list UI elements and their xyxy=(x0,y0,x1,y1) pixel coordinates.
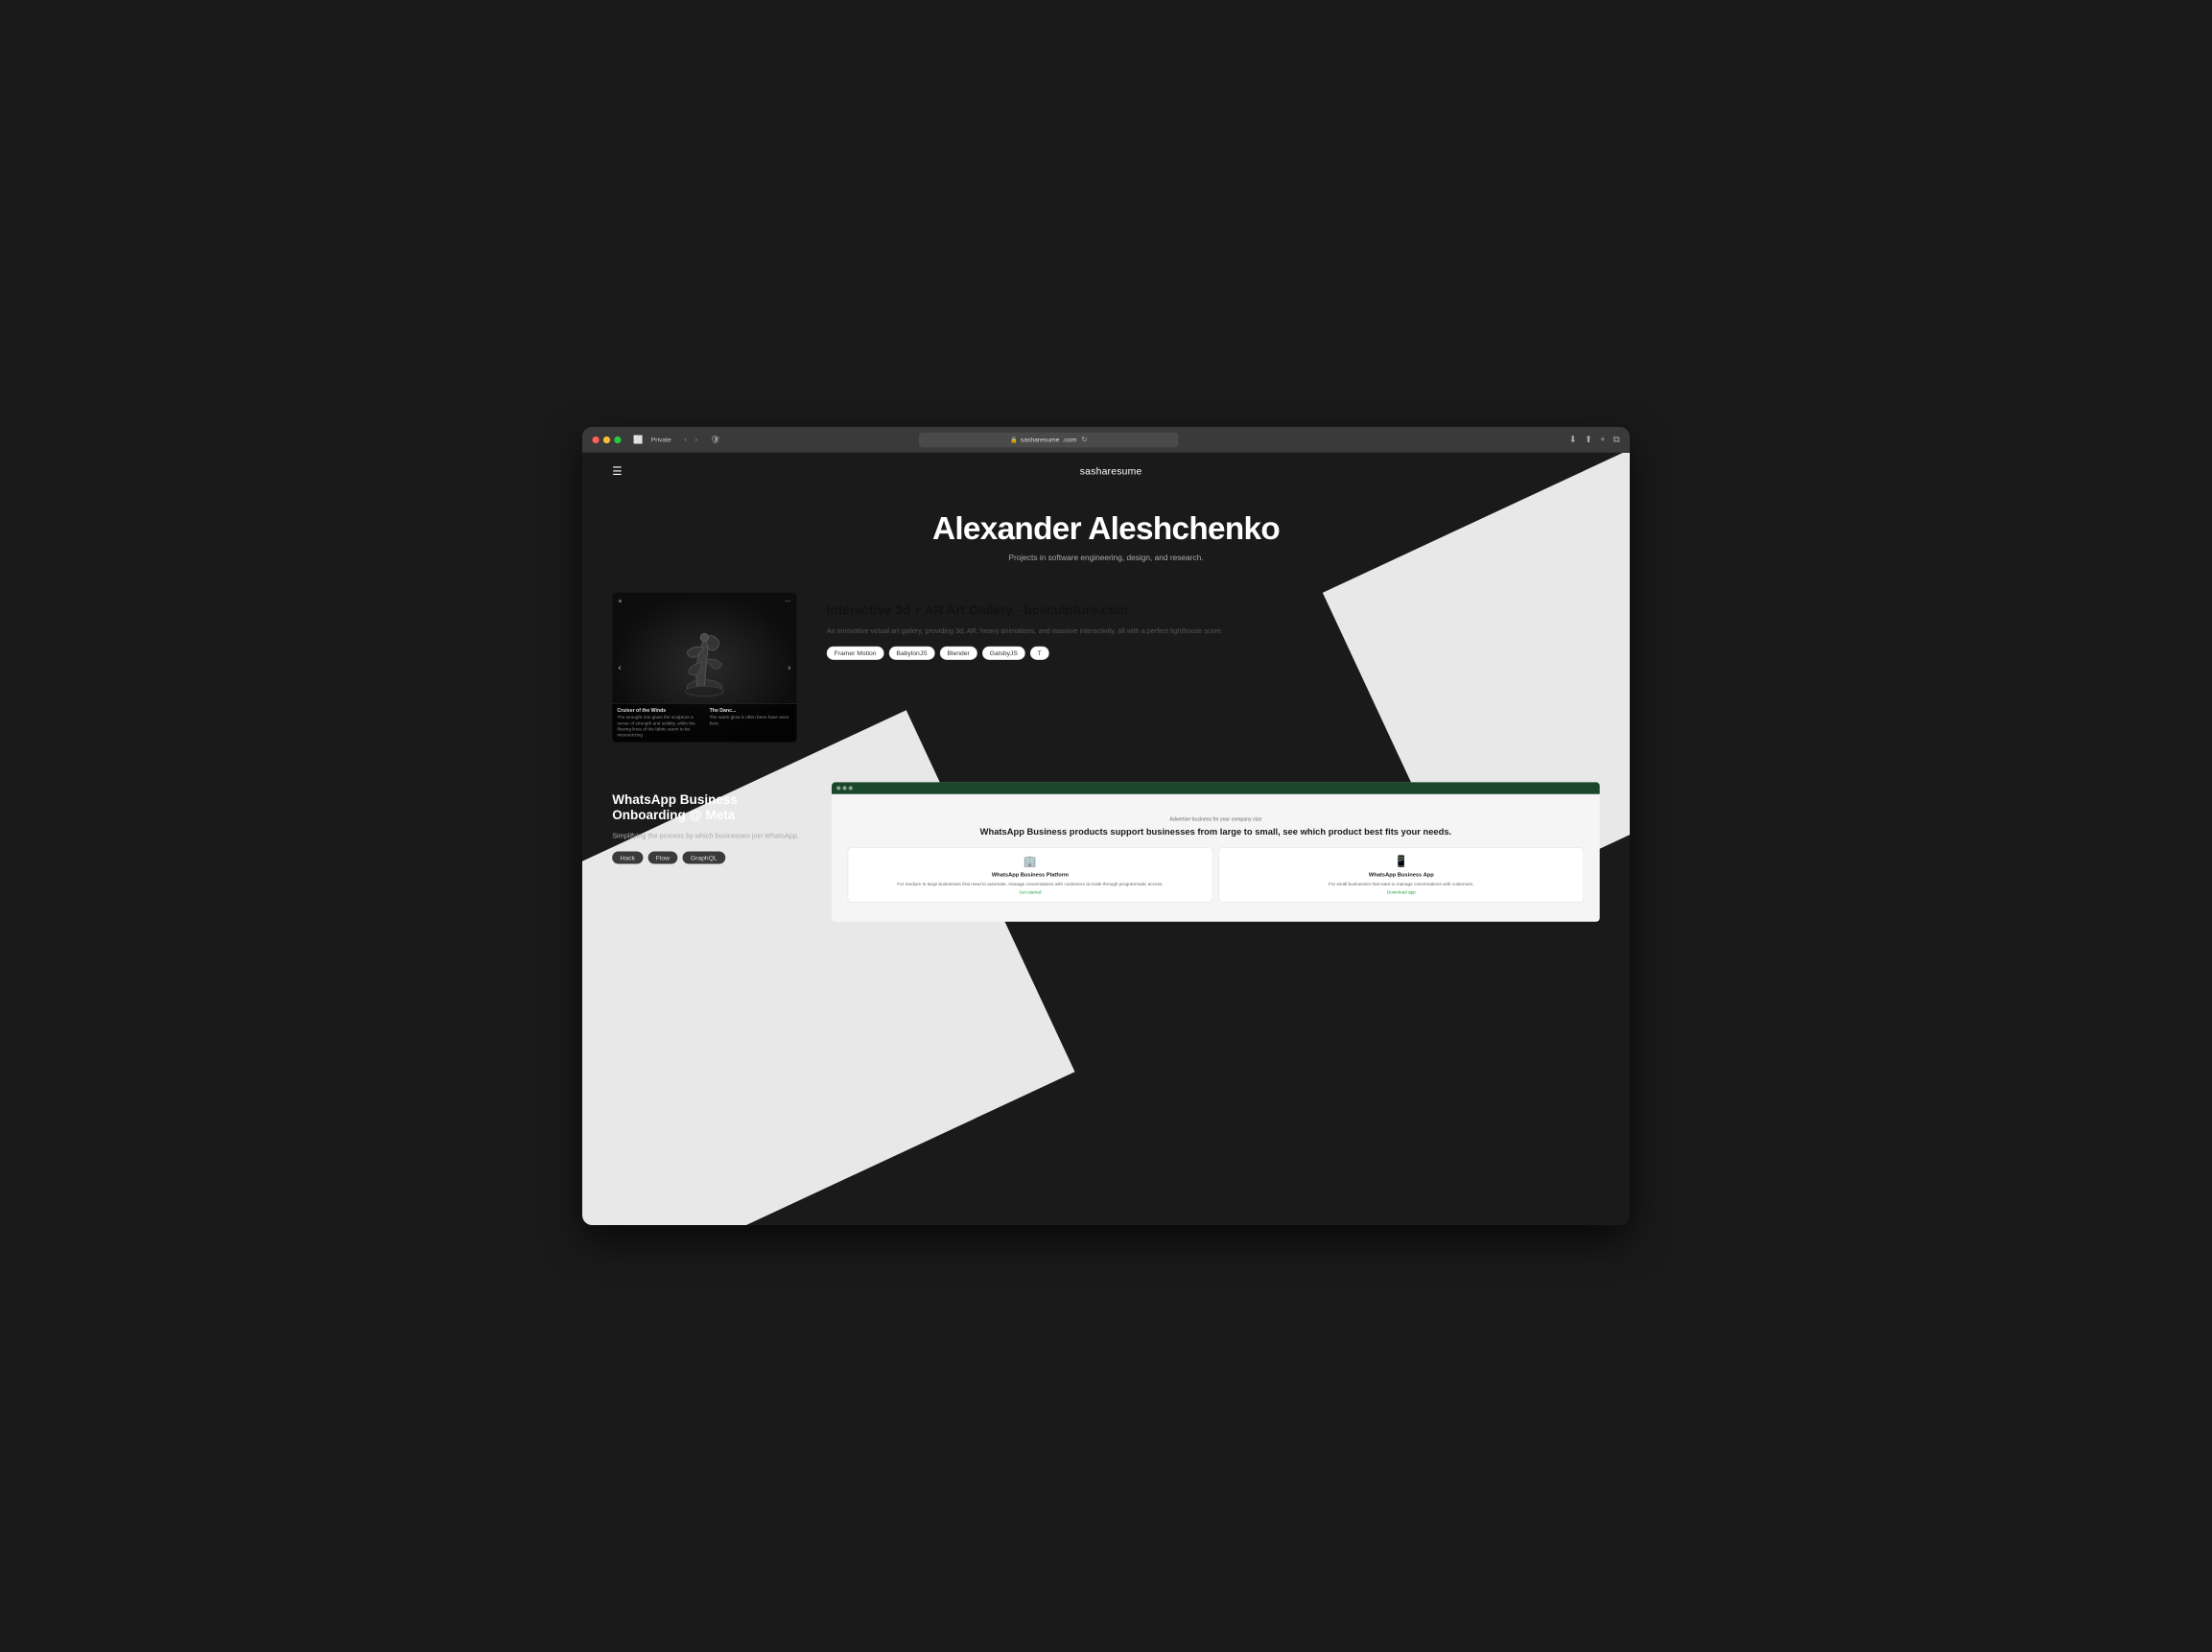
browser-content: ☰ sasharesume Alexander Aleshchenko Proj… xyxy=(582,453,1630,1225)
wa-window-bar xyxy=(832,782,1600,793)
tag-flow[interactable]: Flow xyxy=(647,851,677,863)
tag-blender[interactable]: Blender xyxy=(940,647,977,660)
tag-framer-motion[interactable]: Framer Motion xyxy=(827,647,884,660)
project-title-whatsapp: WhatsApp Business Onboarding @ Meta xyxy=(612,792,802,823)
hero-section: Alexander Aleshchenko Projects in softwa… xyxy=(582,490,1630,593)
wa-card-platform-desc: For medium to large businesses that need… xyxy=(855,881,1205,887)
hero-name: Alexander Aleshchenko xyxy=(612,509,1600,546)
project-card-art-gallery: ≡ ⋯ ‹ › Cruiser of the Winds The wrought… xyxy=(612,593,1600,743)
sidebar-button[interactable]: ⬜ xyxy=(633,435,643,444)
wa-dot-3 xyxy=(849,786,853,790)
image-menu-icon: ≡ xyxy=(618,598,622,604)
wa-small-text: Advertise business for your company size xyxy=(841,816,1589,822)
tag-gatsbyjs[interactable]: GatsbyJS xyxy=(982,647,1025,660)
image-dots-icon: ⋯ xyxy=(785,598,790,604)
carousel-prev-button[interactable]: ‹ xyxy=(618,662,621,673)
private-badge: Private xyxy=(651,436,671,443)
new-tab-icon[interactable]: + xyxy=(1600,435,1605,445)
wa-content: Advertise business for your company size… xyxy=(841,816,1589,903)
minimize-button[interactable] xyxy=(603,437,610,443)
project-info-art-gallery: Interactive 3d + AR Art Gallery - bcscul… xyxy=(827,593,1600,660)
project-desc-art-gallery: An innovative virtual art gallery, provi… xyxy=(827,625,1600,637)
forward-button[interactable]: › xyxy=(692,435,700,445)
lock-icon: 🔒 xyxy=(1010,437,1018,443)
wa-dot-1 xyxy=(836,786,840,790)
carousel-item-2-name: The Danc... xyxy=(710,708,792,714)
wa-card-app-link[interactable]: Download app xyxy=(1226,890,1576,895)
tag-hack[interactable]: Hack xyxy=(612,851,643,863)
art-gallery-image: ≡ ⋯ ‹ › Cruiser of the Winds The wrought… xyxy=(612,593,796,743)
tag-graphql[interactable]: GraphQL xyxy=(683,851,725,863)
project-image-art-gallery: ≡ ⋯ ‹ › Cruiser of the Winds The wrought… xyxy=(612,593,796,743)
project-title-art-gallery: Interactive 3d + AR Art Gallery - bcscul… xyxy=(827,602,1600,618)
download-icon[interactable]: ⬇ xyxy=(1569,435,1577,445)
wa-platform-icon: 🏢 xyxy=(855,855,1205,868)
carousel-item-1-desc: The wrought iron gives the sculpture a s… xyxy=(617,715,699,738)
traffic-lights xyxy=(592,437,621,443)
wa-card-platform-title: WhatsApp Business Platform xyxy=(855,872,1205,878)
project-desc-whatsapp: Simplifying the process by which busines… xyxy=(612,830,802,841)
website: ☰ sasharesume Alexander Aleshchenko Proj… xyxy=(582,453,1630,1225)
sculpture-svg xyxy=(665,618,744,718)
carousel-item-2: The Danc... The warm glow is often been … xyxy=(704,703,796,742)
title-bar: ⬜ Private ‹ › 🛡 🔒 sasharesume.com ↻ ⬇ ⬆ … xyxy=(582,427,1630,453)
address-bar[interactable]: 🔒 sasharesume.com ↻ xyxy=(919,432,1178,447)
fullscreen-button[interactable] xyxy=(614,437,621,443)
wa-window-dots xyxy=(836,786,853,790)
back-button[interactable]: ‹ xyxy=(681,435,690,445)
carousel-item-2-desc: The warm glow is often been have seen he… xyxy=(710,715,792,726)
wa-card-platform: 🏢 WhatsApp Business Platform For medium … xyxy=(848,847,1213,903)
site-nav: ☰ sasharesume xyxy=(582,453,1630,489)
projects-section: ≡ ⋯ ‹ › Cruiser of the Winds The wrought… xyxy=(582,593,1630,922)
carousel-next-button[interactable]: › xyxy=(788,662,790,673)
shield-icon: 🛡 xyxy=(711,435,721,444)
hamburger-icon[interactable]: ☰ xyxy=(612,465,622,479)
nav-arrows: ‹ › xyxy=(681,435,700,445)
wa-card-app-desc: For small businesses that want to manage… xyxy=(1226,881,1576,887)
tag-babylonjs[interactable]: BabylonJS xyxy=(889,647,935,660)
project-info-whatsapp: WhatsApp Business Onboarding @ Meta Simp… xyxy=(612,782,802,863)
wa-card-app-title: WhatsApp Business App xyxy=(1226,872,1576,878)
tech-tags-art-gallery: Framer Motion BabylonJS Blender GatsbyJS… xyxy=(827,647,1600,660)
wa-app-icon: 📱 xyxy=(1226,855,1576,868)
carousel-item-1-name: Cruiser of the Winds xyxy=(617,708,699,714)
wa-card-platform-link[interactable]: Get started xyxy=(855,890,1205,895)
share-icon[interactable]: ⬆ xyxy=(1585,435,1592,445)
project-image-whatsapp: Advertise business for your company size… xyxy=(832,782,1600,922)
carousel-item-1: Cruiser of the Winds The wrought iron gi… xyxy=(612,703,704,742)
mac-window: ⬜ Private ‹ › 🛡 🔒 sasharesume.com ↻ ⬇ ⬆ … xyxy=(582,427,1630,1225)
refresh-icon[interactable]: ↻ xyxy=(1081,436,1087,444)
url-tld: .com xyxy=(1063,436,1077,443)
wa-dot-2 xyxy=(842,786,846,790)
url-display: sasharesume xyxy=(1021,436,1060,443)
site-title: sasharesume xyxy=(1080,465,1142,477)
tabs-icon[interactable]: ⧉ xyxy=(1613,435,1620,445)
whatsapp-mockup: Advertise business for your company size… xyxy=(832,782,1600,922)
wa-card-app: 📱 WhatsApp Business App For small busine… xyxy=(1219,847,1585,903)
tag-more[interactable]: T xyxy=(1030,647,1049,660)
carousel-bottom-bar: Cruiser of the Winds The wrought iron gi… xyxy=(612,703,796,742)
tech-tags-whatsapp: Hack Flow GraphQL xyxy=(612,851,802,863)
hero-subtitle: Projects in software engineering, design… xyxy=(612,554,1600,562)
toolbar-right: ⬇ ⬆ + ⧉ xyxy=(1569,435,1620,445)
project-card-whatsapp: WhatsApp Business Onboarding @ Meta Simp… xyxy=(612,782,1600,922)
wa-heading: WhatsApp Business products support busin… xyxy=(841,826,1589,838)
wa-cards: 🏢 WhatsApp Business Platform For medium … xyxy=(841,847,1589,903)
close-button[interactable] xyxy=(592,437,599,443)
